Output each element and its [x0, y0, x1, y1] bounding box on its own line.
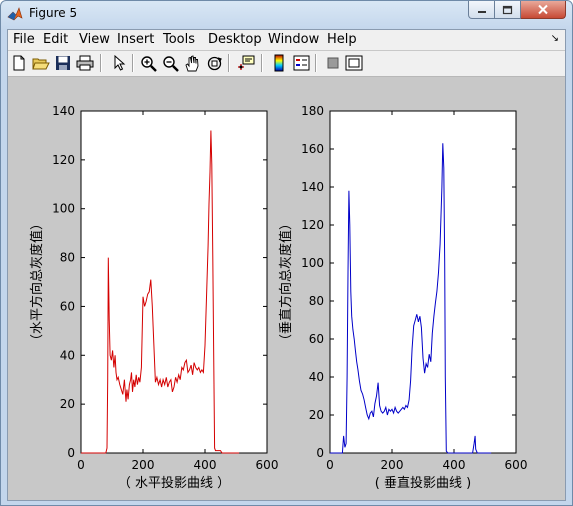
y-tick-label: 40: [309, 370, 324, 384]
x-axis-label: （ 水平投影曲线 ）: [118, 475, 230, 491]
menu-edit[interactable]: Edit: [43, 32, 68, 47]
save-button[interactable]: [54, 54, 72, 72]
y-tick-label: 60: [309, 332, 324, 346]
pan-button[interactable]: [183, 54, 201, 72]
title-bar[interactable]: Figure 5: [1, 1, 572, 27]
vertical-projection-axes[interactable]: 0 200 400 600 0 20 40 60 80 100 120 140 160 180 ( 垂直投…: [278, 104, 527, 491]
close-icon: [538, 4, 548, 15]
toolbar-separator: [261, 54, 263, 72]
legend-icon: [293, 55, 309, 71]
y-tick-label: 20: [60, 397, 75, 411]
horizontal-projection-axes[interactable]: 0 200 400 600020406080100120140 （ 水平投影曲线 ） …: [29, 104, 278, 491]
y-tick-label: 120: [301, 218, 324, 232]
x-tick-label: 200: [381, 458, 404, 472]
menu-view[interactable]: View: [79, 32, 110, 47]
menu-insert[interactable]: Insert: [117, 32, 154, 47]
minimize-icon: [477, 10, 486, 13]
x-tick-label: 600: [505, 458, 528, 472]
toolbar-separator: [228, 54, 230, 72]
matlab-logo-icon: [7, 7, 23, 21]
menu-help[interactable]: Help: [327, 32, 357, 47]
window-controls: [468, 1, 566, 20]
data-cursor-button[interactable]: [237, 54, 255, 72]
new-file-button[interactable]: [10, 54, 28, 72]
dock-arrow-icon[interactable]: ↘: [551, 33, 559, 44]
x-tick-label: 600: [256, 458, 279, 472]
y-tick-label: 0: [316, 446, 324, 460]
pointer-icon: [114, 55, 126, 71]
y-tick-label: 100: [301, 256, 324, 270]
close-button[interactable]: [521, 1, 566, 19]
x-axis-label: ( 垂直投影曲线 ): [375, 475, 471, 491]
figure-canvas[interactable]: 0 200 400 600 0 20 40 60 80 100 120 140 （ 水平投影曲线 ） …: [8, 77, 565, 500]
open-button[interactable]: [32, 54, 50, 72]
y-axis-label: （垂直方向总灰度值）: [278, 217, 294, 347]
y-tick-label: 180: [301, 104, 324, 118]
print-icon: [76, 55, 94, 71]
show-plot-tools-icon: [345, 55, 363, 71]
rotate-3d-icon: [207, 56, 222, 70]
zoom-out-button[interactable]: [161, 54, 179, 72]
insert-legend-button[interactable]: [292, 54, 310, 72]
y-axis-label: （水平方向总灰度值）: [29, 217, 45, 347]
pan-hand-icon: [185, 54, 199, 71]
data-cursor-icon: [238, 55, 255, 70]
axes-box: [329, 110, 517, 454]
maximize-button[interactable]: [495, 1, 521, 19]
menu-file[interactable]: File: [13, 32, 35, 47]
y-tick-label: 0: [67, 446, 75, 460]
x-tick-label: 200: [132, 458, 155, 472]
edit-plot-button[interactable]: [110, 54, 128, 72]
zoom-out-icon: [162, 55, 179, 72]
menu-bar: File Edit View Insert Tools Desktop Wind…: [8, 30, 565, 50]
x-tick-label: 0: [77, 458, 85, 472]
x-tick-label: 400: [194, 458, 217, 472]
menu-tools[interactable]: Tools: [163, 32, 195, 47]
hide-plot-tools-icon: [327, 57, 339, 69]
x-tick-label: 400: [443, 458, 466, 472]
y-tick-label: 20: [309, 408, 324, 422]
y-tick-label: 140: [52, 104, 75, 118]
plots-svg: 0 200 400 600020406080100120140 （ 水平投影曲线 ） …: [29, 104, 527, 491]
figure-toolbar: [8, 51, 565, 77]
colorbar-icon: [274, 54, 284, 72]
y-tick-label: 80: [309, 294, 324, 308]
y-tick-label: 160: [301, 142, 324, 156]
zoom-in-button[interactable]: [139, 54, 157, 72]
figure-window: Figure 5 File Edit View Insert Tools Des…: [0, 0, 573, 506]
maximize-icon: [502, 5, 513, 14]
menu-window[interactable]: Window: [268, 32, 319, 47]
show-plot-tools-button[interactable]: [345, 54, 363, 72]
toolbar-separator: [100, 54, 102, 72]
insert-colorbar-button[interactable]: [270, 54, 288, 72]
y-tick-label: 140: [301, 180, 324, 194]
menu-desktop[interactable]: Desktop: [208, 32, 262, 47]
y-tick-label: 120: [52, 153, 75, 167]
rotate-3d-button[interactable]: [205, 54, 223, 72]
figure-client-area: File Edit View Insert Tools Desktop Wind…: [7, 29, 566, 501]
print-button[interactable]: [76, 54, 94, 72]
save-icon: [56, 56, 70, 70]
open-folder-icon: [32, 58, 50, 70]
zoom-in-icon: [140, 55, 157, 72]
new-file-icon: [13, 55, 25, 71]
y-tick-label: 60: [60, 299, 75, 313]
hide-plot-tools-button[interactable]: [324, 54, 342, 72]
toolbar-separator: [132, 54, 134, 72]
y-tick-label: 100: [52, 202, 75, 216]
window-title: Figure 5: [29, 6, 78, 20]
y-tick-label: 40: [60, 348, 75, 362]
x-tick-label: 0: [326, 458, 334, 472]
toolbar-separator: [315, 54, 317, 72]
y-tick-label: 80: [60, 251, 75, 265]
minimize-button[interactable]: [468, 1, 495, 19]
